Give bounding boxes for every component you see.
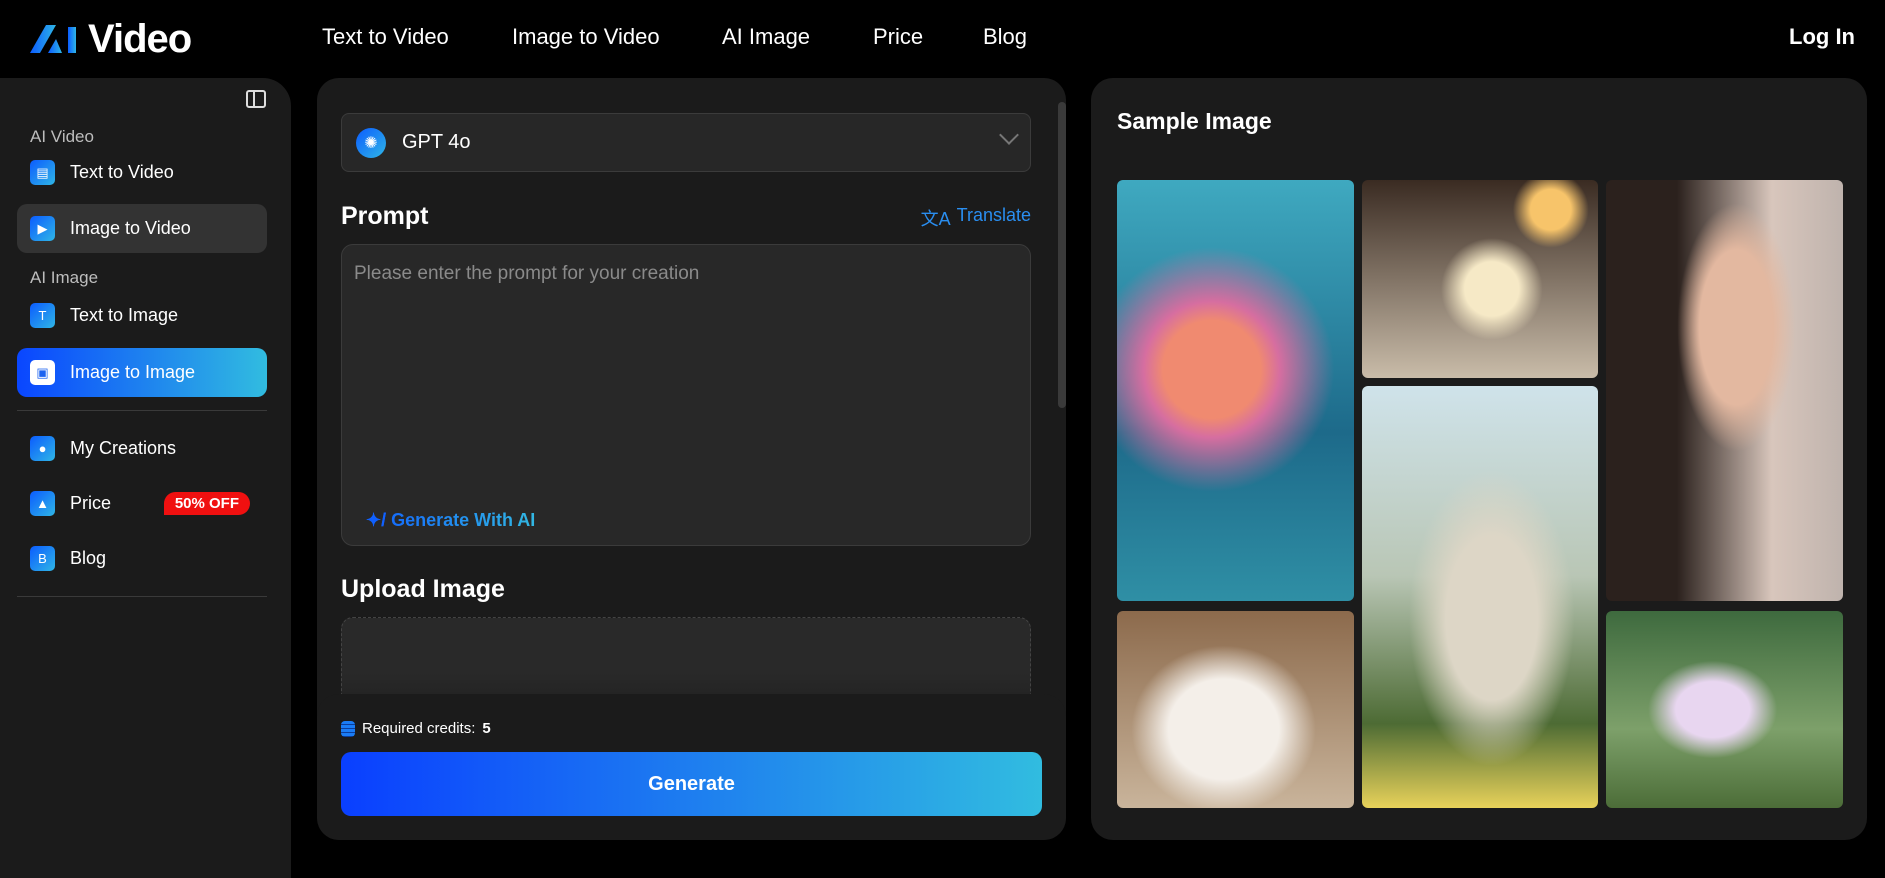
blogger-icon: B <box>30 546 55 571</box>
nav-text-to-video[interactable]: Text to Video <box>322 24 449 50</box>
sample-title: Sample Image <box>1117 108 1272 134</box>
sample-image-castle[interactable] <box>1606 611 1843 808</box>
section-ai-video: AI Video <box>30 127 94 146</box>
prompt-placeholder: Please enter the prompt for your creatio… <box>354 263 700 284</box>
sample-image-cat[interactable] <box>1117 611 1354 808</box>
sidebar: AI Video ▤ Text to Video ▶ Image to Video … <box>0 78 291 878</box>
sidebar-item-price[interactable]: ▲ Price 50% OFF <box>17 479 267 528</box>
coins-icon <box>341 720 355 737</box>
item-label: Text to Video <box>70 162 174 182</box>
divider <box>17 596 267 597</box>
image-video-icon: ▶ <box>30 216 55 241</box>
prompt-input[interactable]: Please enter the prompt for your creatio… <box>341 244 1031 546</box>
generate-with-ai-label: Generate With AI <box>391 510 536 530</box>
text-video-icon: ▤ <box>30 160 55 185</box>
item-label: My Creations <box>70 438 177 458</box>
chevron-down-icon <box>999 125 1019 145</box>
translate-label: Translate <box>956 205 1031 225</box>
item-label: Price <box>70 493 112 513</box>
section-ai-image: AI Image <box>30 268 99 287</box>
sidebar-item-my-creations[interactable]: ● My Creations <box>17 424 267 473</box>
logo-text: Video <box>88 16 192 61</box>
sidebar-item-blog[interactable]: B Blog <box>17 534 267 583</box>
sample-image-sea-anemone[interactable] <box>1117 180 1354 601</box>
credits-value: 5 <box>482 720 491 737</box>
model-select[interactable]: ✺ GPT 4o <box>341 113 1031 172</box>
generate-button[interactable]: Generate <box>341 752 1042 816</box>
image-image-icon: ▣ <box>30 360 55 385</box>
generation-form: ✺ GPT 4o Prompt 文A Translate Please enter… <box>317 78 1066 840</box>
discount-badge: 50% OFF <box>163 492 250 515</box>
sample-image-dessert[interactable] <box>1362 180 1598 378</box>
model-value: GPT 4o <box>402 131 471 153</box>
sidebar-item-text-to-video[interactable]: ▤ Text to Video <box>17 148 267 197</box>
sidebar-toggle-icon[interactable] <box>246 90 266 108</box>
logo[interactable]: Video <box>30 16 192 61</box>
item-label: Image to Video <box>70 218 191 238</box>
sidebar-item-image-to-video[interactable]: ▶ Image to Video <box>17 204 267 253</box>
logo-ai-mark <box>30 25 76 53</box>
nav-blog[interactable]: Blog <box>983 24 1027 50</box>
nav-price[interactable]: Price <box>873 24 923 50</box>
item-label: Blog <box>70 548 107 568</box>
credits-label: Required credits: <box>362 720 476 737</box>
sidebar-item-image-to-image[interactable]: ▣ Image to Image <box>17 348 267 397</box>
scrollbar[interactable] <box>1058 102 1066 408</box>
translate-button[interactable]: 文A Translate <box>921 205 1031 231</box>
item-label: Image to Image <box>70 362 196 382</box>
divider <box>17 410 267 411</box>
item-label: Text to Image <box>70 305 179 325</box>
rocket-icon: ▲ <box>30 491 55 516</box>
upload-title: Upload Image <box>341 575 505 603</box>
required-credits: Required credits: 5 <box>341 720 491 737</box>
generate-with-ai-button[interactable]: ✦/ Generate With AI <box>366 510 535 531</box>
sample-panel: Sample Image <box>1091 78 1867 840</box>
prompt-title: Prompt <box>341 202 429 230</box>
openai-icon: ✺ <box>356 127 386 158</box>
nav-ai-image[interactable]: AI Image <box>722 24 810 50</box>
translate-icon: 文A <box>920 209 951 229</box>
sample-image-sheep[interactable] <box>1362 386 1598 808</box>
sample-image-portrait[interactable] <box>1606 180 1843 601</box>
login-button[interactable]: Log In <box>1789 24 1855 50</box>
sidebar-item-text-to-image[interactable]: T Text to Image <box>17 291 267 340</box>
generate-bar: Required credits: 5 Generate <box>317 694 1066 840</box>
user-icon: ● <box>30 436 55 461</box>
magic-wand-icon: ✦/ <box>366 510 392 530</box>
nav-image-to-video[interactable]: Image to Video <box>512 24 660 50</box>
text-image-icon: T <box>30 303 55 328</box>
